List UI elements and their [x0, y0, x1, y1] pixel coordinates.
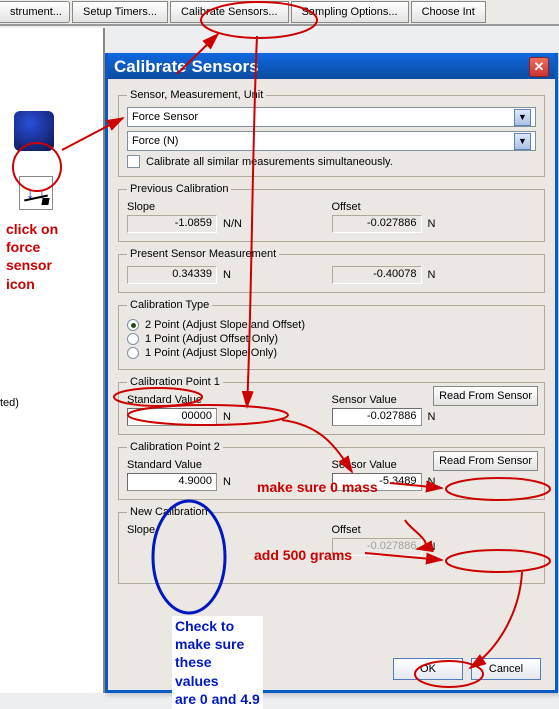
prev-slope-unit: N/N	[223, 218, 242, 230]
force-sensor-icon[interactable]: ↓ ↓	[19, 176, 53, 210]
one-point-slope-radio[interactable]	[127, 347, 139, 359]
dialog-titlebar: Calibrate Sensors ✕	[108, 53, 555, 79]
newcal-offset-value: -0.027886	[332, 538, 422, 556]
instrument-button[interactable]: strument...	[0, 1, 70, 23]
one-point-offset-radio[interactable]	[127, 333, 139, 345]
present-legend: Present Sensor Measurement	[127, 248, 279, 260]
cancel-button[interactable]: Cancel	[471, 658, 541, 680]
prev-slope-value: -1.0859	[127, 215, 217, 233]
two-point-radio[interactable]	[127, 319, 139, 331]
newcal-legend: New Calibration	[127, 506, 211, 518]
newcal-offset-unit: N	[428, 541, 436, 553]
cp1-std-label: Standard Value	[127, 394, 332, 406]
sampling-options-button[interactable]: Sampling Options...	[291, 1, 409, 23]
cp1-sensor-value-input[interactable]: -0.027886	[332, 408, 422, 426]
cp2-sensor-value-input[interactable]: -5.3489	[332, 473, 422, 491]
prev-cal-legend: Previous Calibration	[127, 183, 231, 195]
newcal-offset-label: Offset	[332, 524, 537, 536]
cp2-legend: Calibration Point 2	[127, 441, 223, 453]
slope-label: Slope	[127, 201, 332, 213]
setup-timers-button[interactable]: Setup Timers...	[72, 1, 168, 23]
smu-legend: Sensor, Measurement, Unit	[127, 89, 266, 101]
calibration-point-1-group: Calibration Point 1 Read From Sensor Sta…	[118, 376, 545, 435]
cp2-standard-value-input[interactable]: 4.9000	[127, 473, 217, 491]
cp1-read-sensor-button[interactable]: Read From Sensor	[433, 386, 538, 406]
two-point-label: 2 Point (Adjust Slope and Offset)	[145, 319, 305, 331]
one-point-offset-label: 1 Point (Adjust Offset Only)	[145, 333, 278, 345]
prev-offset-value: -0.027886	[332, 215, 422, 233]
present-measurement-group: Present Sensor Measurement 0.34339 N -0.…	[118, 248, 545, 293]
calibration-point-2-group: Calibration Point 2 Read From Sensor Sta…	[118, 441, 545, 500]
cp1-std-unit: N	[223, 411, 231, 423]
left-panel: ↓ ↓ ted)	[0, 28, 105, 693]
toolbar: strument... Setup Timers... Calibrate Se…	[0, 0, 559, 26]
prev-offset-unit: N	[428, 218, 436, 230]
close-button[interactable]: ✕	[529, 57, 549, 77]
present-right-value: -0.40078	[332, 266, 422, 284]
ctype-legend: Calibration Type	[127, 299, 212, 311]
newcal-slope-label: Slope	[127, 524, 332, 536]
calibration-type-group: Calibration Type 2 Point (Adjust Slope a…	[118, 299, 545, 370]
chevron-down-icon: ▼	[514, 133, 531, 150]
previous-calibration-group: Previous Calibration Slope -1.0859 N/N O…	[118, 183, 545, 242]
sensor-device-icon[interactable]	[14, 111, 54, 151]
sensor-measurement-group: Sensor, Measurement, Unit Force Sensor ▼…	[118, 89, 545, 177]
cp2-std-unit: N	[223, 476, 231, 488]
cp1-legend: Calibration Point 1	[127, 376, 223, 388]
calibrate-sensors-button[interactable]: Calibrate Sensors...	[170, 1, 289, 23]
sensor-dropdown[interactable]: Force Sensor ▼	[127, 107, 536, 127]
dialog-title: Calibrate Sensors	[114, 57, 259, 77]
cp2-sv-unit: N	[428, 476, 436, 488]
one-point-slope-label: 1 Point (Adjust Slope Only)	[145, 347, 277, 359]
cp1-sv-unit: N	[428, 411, 436, 423]
chevron-down-icon: ▼	[514, 109, 531, 126]
sensor-dropdown-value: Force Sensor	[132, 111, 198, 123]
present-left-unit: N	[223, 269, 231, 281]
measurement-dropdown-value: Force (N)	[132, 135, 178, 147]
cp2-std-label: Standard Value	[127, 459, 332, 471]
measurement-dropdown[interactable]: Force (N) ▼	[127, 131, 536, 151]
cp1-standard-value-input[interactable]: 00000	[127, 408, 217, 426]
choose-interface-button[interactable]: Choose Int	[411, 1, 486, 23]
truncated-text: ted)	[0, 397, 19, 409]
cp2-read-sensor-button[interactable]: Read From Sensor	[433, 451, 538, 471]
ok-button[interactable]: OK	[393, 658, 463, 680]
calibrate-similar-checkbox[interactable]	[127, 155, 140, 168]
new-calibration-group: New Calibration Slope Offset -0.027886 N	[118, 506, 545, 584]
calibrate-sensors-dialog: Calibrate Sensors ✕ Sensor, Measurement,…	[105, 53, 558, 693]
calibrate-similar-label: Calibrate all similar measurements simul…	[146, 156, 393, 168]
present-left-value: 0.34339	[127, 266, 217, 284]
offset-label: Offset	[332, 201, 537, 213]
present-right-unit: N	[428, 269, 436, 281]
